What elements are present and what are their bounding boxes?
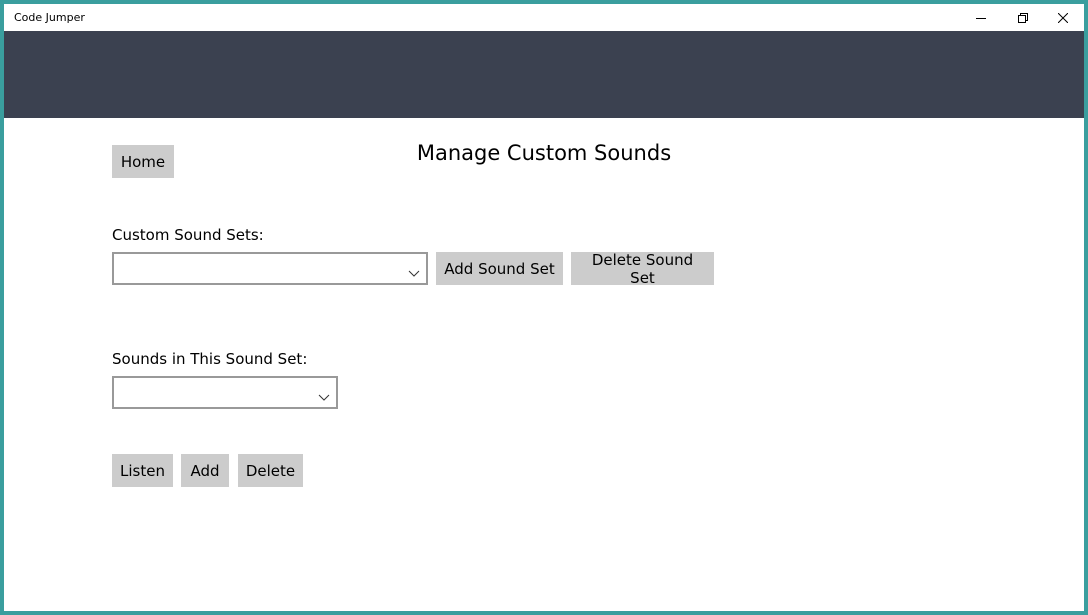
sound-set-dropdown[interactable] — [112, 252, 428, 285]
page-title: Manage Custom Sounds — [416, 141, 672, 165]
chevron-down-icon — [318, 387, 330, 406]
custom-sound-sets-label: Custom Sound Sets: — [112, 226, 264, 244]
add-sound-button[interactable]: Add — [181, 454, 229, 487]
listen-button[interactable]: Listen — [112, 454, 173, 487]
add-sound-set-button[interactable]: Add Sound Set — [436, 252, 563, 285]
minimize-icon — [976, 13, 986, 23]
restore-icon — [1018, 12, 1028, 23]
minimize-button[interactable] — [960, 4, 1002, 31]
close-button[interactable] — [1042, 4, 1084, 31]
chevron-down-icon — [408, 263, 420, 282]
delete-sound-button[interactable]: Delete — [238, 454, 303, 487]
app-window: Code Jumper Home Manage Custom Sounds Cu… — [0, 0, 1088, 615]
restore-button[interactable] — [1002, 4, 1044, 31]
sound-dropdown[interactable] — [112, 376, 338, 409]
close-icon — [1058, 12, 1068, 23]
header-band — [4, 31, 1084, 118]
delete-sound-set-button[interactable]: Delete Sound Set — [571, 251, 714, 287]
title-bar: Code Jumper — [4, 4, 1084, 31]
sounds-in-set-label: Sounds in This Sound Set: — [112, 350, 308, 368]
window-title: Code Jumper — [14, 11, 85, 24]
